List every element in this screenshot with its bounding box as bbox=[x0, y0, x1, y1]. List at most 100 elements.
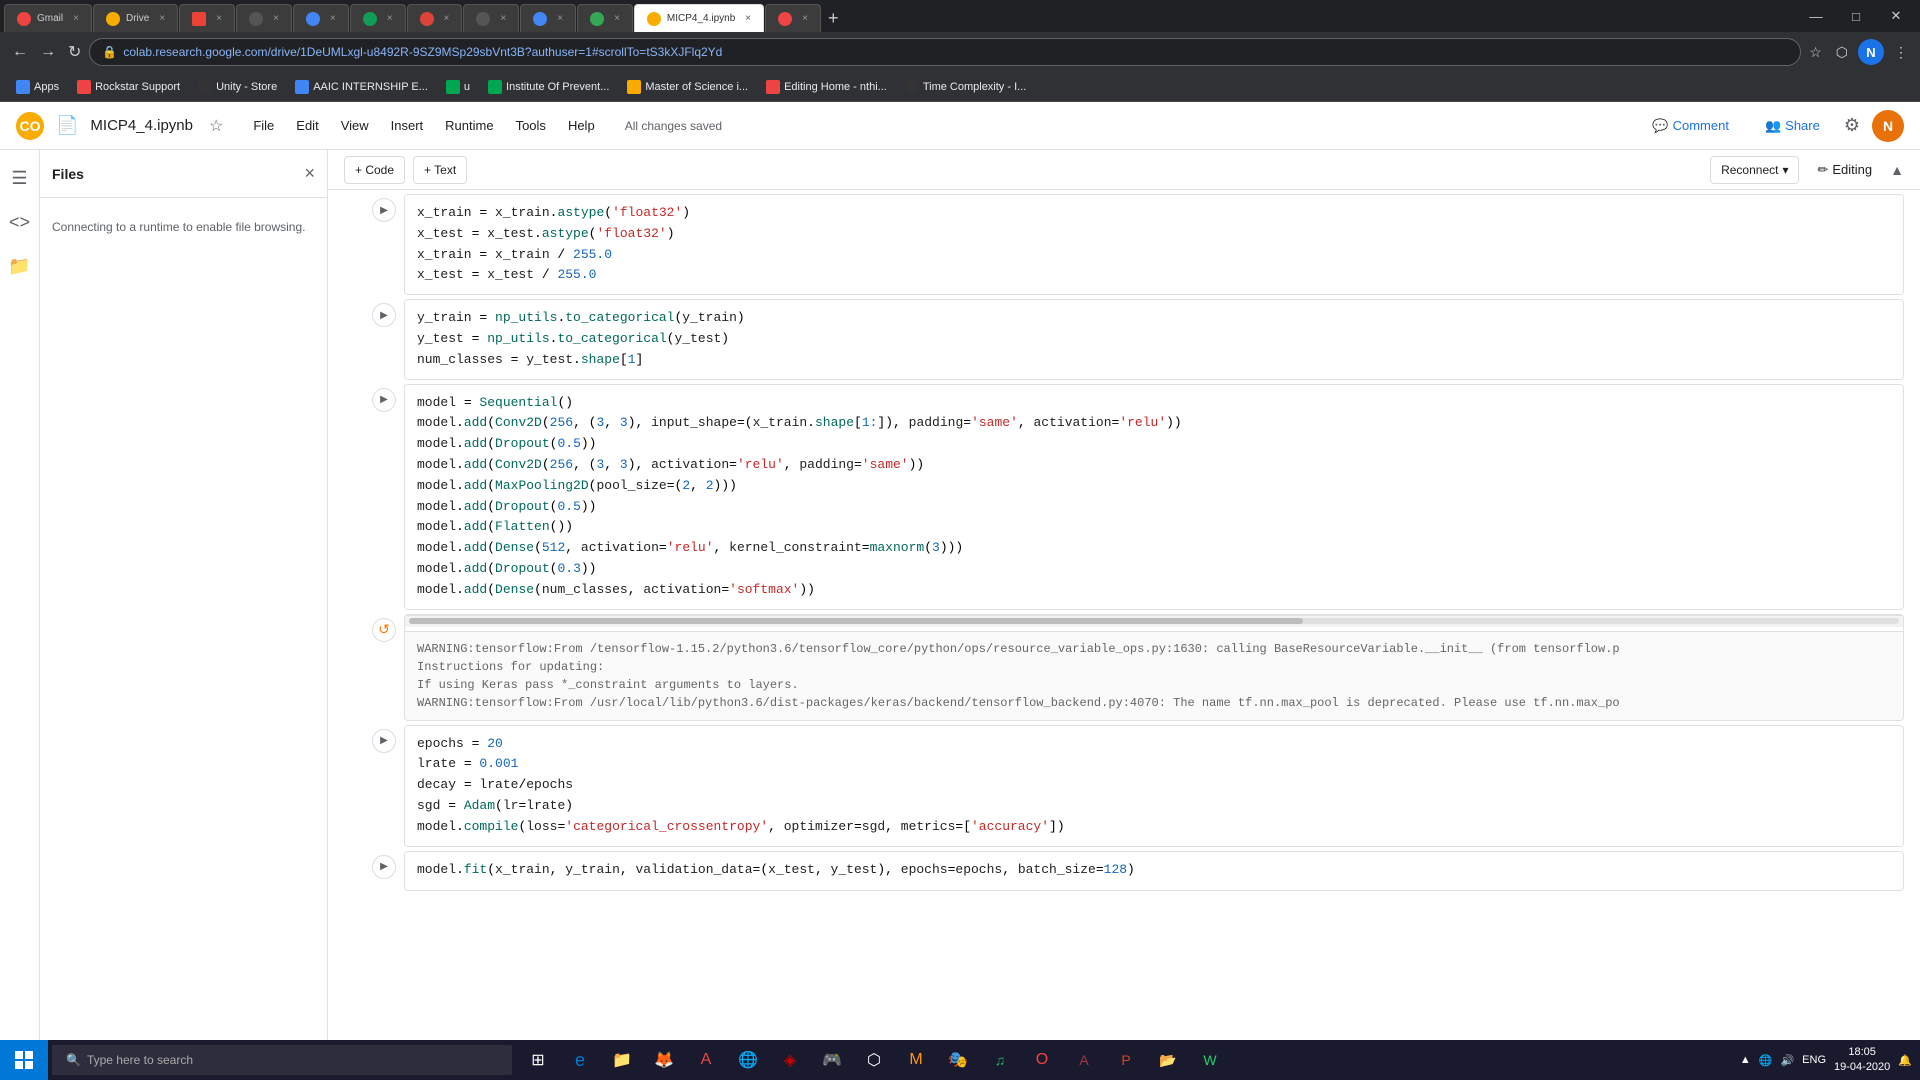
minimize-button[interactable]: — bbox=[1796, 0, 1836, 32]
maximize-button[interactable]: □ bbox=[1836, 0, 1876, 32]
cell-4-body[interactable]: WARNING:tensorflow:From /tensorflow-1.15… bbox=[404, 614, 1904, 721]
cell-2-run-button[interactable]: ▶ bbox=[372, 303, 396, 327]
new-tab-button[interactable]: + bbox=[822, 4, 845, 32]
app-icon-5[interactable]: M bbox=[898, 1042, 934, 1078]
access-icon[interactable]: A bbox=[1066, 1042, 1102, 1078]
menu-insert[interactable]: Insert bbox=[381, 112, 434, 139]
bookmark-apps[interactable]: Apps bbox=[8, 77, 67, 97]
app-icon-6[interactable]: 🎭 bbox=[940, 1042, 976, 1078]
profile-circle[interactable]: N bbox=[1858, 39, 1884, 65]
sidebar-folder-icon[interactable]: 📁 bbox=[0, 246, 40, 286]
add-text-button[interactable]: + Text bbox=[413, 156, 467, 184]
tab-10[interactable]: × bbox=[577, 4, 633, 32]
reconnect-dropdown-icon[interactable]: ▾ bbox=[1782, 163, 1788, 177]
tab-4[interactable]: × bbox=[236, 4, 292, 32]
editing-label: Editing bbox=[1832, 162, 1872, 177]
tab-7[interactable]: × bbox=[407, 4, 463, 32]
tab-9[interactable]: × bbox=[520, 4, 576, 32]
bookmark-u[interactable]: u bbox=[438, 77, 478, 97]
colab-header: CO 📄 MICP4_4.ipynb ☆ File Edit View Inse… bbox=[0, 102, 1920, 150]
cell-6-run-button[interactable]: ▶ bbox=[372, 855, 396, 879]
tab-gmail[interactable]: Gmail × bbox=[4, 4, 92, 32]
cell-3-code: model = Sequential() model.add(Conv2D(25… bbox=[405, 385, 1903, 609]
explorer-icon-2[interactable]: 📂 bbox=[1150, 1042, 1186, 1078]
bookmarks-bar: Apps Rockstar Support Unity - Store AAIC… bbox=[0, 72, 1920, 102]
bookmark-editing[interactable]: Editing Home - nthi... bbox=[758, 77, 895, 97]
cell-3-gutter: ▶ bbox=[344, 384, 404, 412]
cell-5-run-button[interactable]: ▶ bbox=[372, 729, 396, 753]
back-button[interactable]: ← bbox=[8, 39, 32, 65]
cell-6-gutter: ▶ bbox=[344, 851, 404, 879]
comment-button[interactable]: 💬 Comment bbox=[1640, 112, 1741, 140]
edge-browser-icon[interactable]: e bbox=[562, 1042, 598, 1078]
cell-2-body[interactable]: y_train = np_utils.to_categorical(y_trai… bbox=[404, 299, 1904, 379]
office-icon[interactable]: O bbox=[1024, 1042, 1060, 1078]
tab-6[interactable]: × bbox=[350, 4, 406, 32]
menu-edit[interactable]: Edit bbox=[286, 112, 328, 139]
menu-runtime[interactable]: Runtime bbox=[435, 112, 503, 139]
menu-tools[interactable]: Tools bbox=[506, 112, 556, 139]
bookmark-button[interactable]: ☆ bbox=[1805, 40, 1826, 65]
output-scrollbar[interactable] bbox=[405, 615, 1903, 627]
collapse-toolbar-button[interactable]: ▲ bbox=[1890, 162, 1904, 178]
cell-6-body[interactable]: model.fit(x_train, y_train, validation_d… bbox=[404, 851, 1904, 891]
tab-colab[interactable]: MICP4_4.ipynb × bbox=[634, 4, 764, 32]
address-bar[interactable]: 🔒 colab.research.google.com/drive/1DeUML… bbox=[89, 38, 1801, 66]
star-icon[interactable]: ☆ bbox=[209, 116, 223, 136]
powerpoint-icon[interactable]: P bbox=[1108, 1042, 1144, 1078]
reconnect-button[interactable]: Reconnect ▾ bbox=[1710, 156, 1799, 184]
cell-4-output: WARNING:tensorflow:From /tensorflow-1.15… bbox=[405, 631, 1903, 720]
taskbar-search[interactable]: 🔍 Type here to search bbox=[52, 1045, 512, 1075]
tray-arrow[interactable]: ▲ bbox=[1740, 1054, 1751, 1066]
bookmark-unity[interactable]: Unity - Store bbox=[190, 77, 285, 97]
bookmark-aaic[interactable]: AAIC INTERNSHIP E... bbox=[287, 77, 436, 97]
menu-view[interactable]: View bbox=[331, 112, 379, 139]
cell-1-body[interactable]: x_train = x_train.astype('float32') x_te… bbox=[404, 194, 1904, 295]
settings-icon[interactable]: ⚙ bbox=[1844, 115, 1860, 136]
notification-icon[interactable]: 🔔 bbox=[1898, 1054, 1912, 1067]
tab-drive[interactable]: Drive × bbox=[93, 4, 178, 32]
sidebar-menu-icon[interactable]: ☰ bbox=[0, 158, 40, 198]
window-controls: — □ ✕ bbox=[1796, 0, 1916, 32]
file-explorer-icon[interactable]: 📁 bbox=[604, 1042, 640, 1078]
firefox-icon[interactable]: 🦊 bbox=[646, 1042, 682, 1078]
app-icon-3[interactable]: 🎮 bbox=[814, 1042, 850, 1078]
share-button[interactable]: 👥 Share bbox=[1753, 112, 1832, 140]
bookmark-master[interactable]: Master of Science i... bbox=[619, 77, 756, 97]
tab-3[interactable]: × bbox=[179, 4, 235, 32]
cell-3-run-button[interactable]: ▶ bbox=[372, 388, 396, 412]
bookmark-rockstar[interactable]: Rockstar Support bbox=[69, 77, 188, 97]
cell-4-run-button[interactable]: ↺ bbox=[372, 618, 396, 642]
whatsapp-icon[interactable]: W bbox=[1192, 1042, 1228, 1078]
more-options-button[interactable]: ⋮ bbox=[1890, 40, 1912, 65]
start-button[interactable] bbox=[0, 1040, 48, 1080]
extension-button[interactable]: ⬡ bbox=[1832, 40, 1852, 65]
cell-5-body[interactable]: epochs = 20 lrate = 0.001 decay = lrate/… bbox=[404, 725, 1904, 847]
reload-button[interactable]: ↻ bbox=[64, 38, 85, 66]
sidebar-code-icon[interactable]: <> bbox=[0, 202, 40, 242]
user-avatar[interactable]: N bbox=[1872, 110, 1904, 142]
tab-11[interactable]: × bbox=[765, 4, 821, 32]
acrobat-icon[interactable]: A bbox=[688, 1042, 724, 1078]
cell-1-run-button[interactable]: ▶ bbox=[372, 198, 396, 222]
bookmark-time[interactable]: Time Complexity - I... bbox=[897, 77, 1035, 97]
app-icon-7[interactable]: ♫ bbox=[982, 1042, 1018, 1078]
cell-6: ▶ model.fit(x_train, y_train, validation… bbox=[344, 851, 1904, 891]
add-code-button[interactable]: + Code bbox=[344, 156, 405, 184]
close-button[interactable]: ✕ bbox=[1876, 0, 1916, 32]
clock-date: 19-04-2020 bbox=[1834, 1060, 1890, 1075]
app-icon-1[interactable]: 🌐 bbox=[730, 1042, 766, 1078]
tab-5[interactable]: × bbox=[293, 4, 349, 32]
cell-3: ▶ model = Sequential() model.add(Conv2D(… bbox=[344, 384, 1904, 610]
cell-3-body[interactable]: model = Sequential() model.add(Conv2D(25… bbox=[404, 384, 1904, 610]
menu-help[interactable]: Help bbox=[558, 112, 605, 139]
menu-file[interactable]: File bbox=[243, 112, 284, 139]
tab-8[interactable]: × bbox=[463, 4, 519, 32]
sidebar-close-button[interactable]: × bbox=[304, 163, 315, 184]
app-icon-2[interactable]: ◈ bbox=[772, 1042, 808, 1078]
app-icon-4[interactable]: ⬡ bbox=[856, 1042, 892, 1078]
cell-2: ▶ y_train = np_utils.to_categorical(y_tr… bbox=[344, 299, 1904, 379]
task-view-button[interactable]: ⊞ bbox=[520, 1042, 556, 1078]
forward-button[interactable]: → bbox=[36, 39, 60, 65]
bookmark-institute[interactable]: Institute Of Prevent... bbox=[480, 77, 617, 97]
